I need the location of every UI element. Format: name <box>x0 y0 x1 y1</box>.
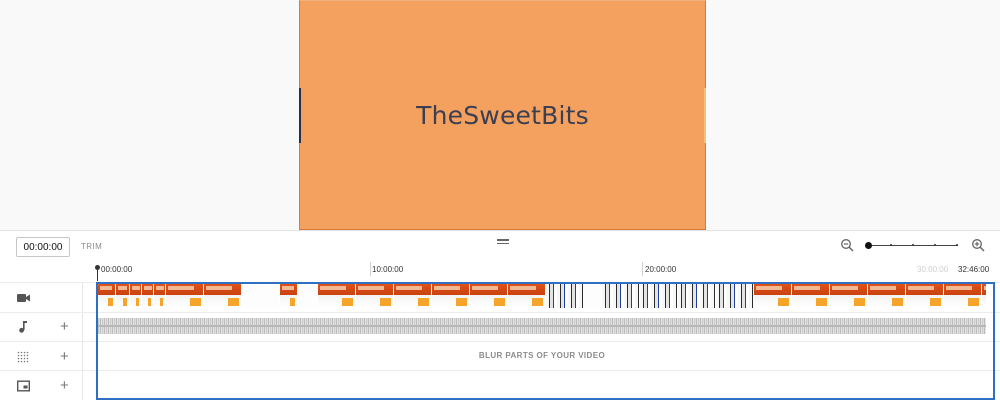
zoom-slider-knob[interactable] <box>865 242 872 249</box>
video-camera-icon <box>17 294 30 302</box>
add-blur-button[interactable]: + <box>60 349 69 364</box>
video-thumbnail <box>394 284 432 308</box>
video-thumbnail <box>944 284 982 308</box>
video-editor: TheSweetBits 00:00:00 TRIM 00:00:00 10:0… <box>0 0 1000 400</box>
timeline-editor: 00:00:00 TRIM 00:00:00 10:00:00 20:00:00… <box>0 230 1000 400</box>
video-thumbnail <box>242 284 280 308</box>
ruler-label: 30:00:00 <box>917 265 949 274</box>
video-thumbnail <box>204 284 242 308</box>
zoom-in-icon[interactable] <box>971 238 985 252</box>
video-thumbnail-strip[interactable] <box>98 284 986 308</box>
playhead-line <box>97 267 98 281</box>
video-preview: TheSweetBits <box>0 0 1000 230</box>
zoom-slider-tick <box>956 244 958 246</box>
ruler-label: 10:00:00 <box>372 265 404 274</box>
ruler-tick <box>642 262 643 276</box>
video-frame-title: TheSweetBits <box>416 100 589 130</box>
video-thumbnail <box>830 284 868 308</box>
ruler-label: 00:00:00 <box>101 265 133 274</box>
zoom-slider-tick <box>912 244 914 246</box>
ruler-tick <box>370 262 371 276</box>
zoom-out-icon[interactable] <box>840 238 854 252</box>
video-thumbnail <box>318 284 356 308</box>
frame-edge-right <box>704 88 706 143</box>
video-thumbnail <box>166 284 204 308</box>
zoom-slider-tick <box>890 244 892 246</box>
video-thumbnail <box>432 284 470 308</box>
video-thumbnail <box>356 284 394 308</box>
video-thumbnail <box>792 284 830 308</box>
end-screen-icon <box>17 380 30 392</box>
blur-track-prompt[interactable]: BLUR PARTS OF YOUR VIDEO <box>98 351 986 360</box>
frame-edge-left <box>299 88 301 143</box>
video-thumbnail <box>130 284 142 308</box>
trim-button[interactable]: TRIM <box>81 242 102 251</box>
video-thumbnail <box>98 284 116 308</box>
audio-waveform[interactable] <box>98 318 986 334</box>
music-note-icon <box>19 321 27 333</box>
video-frame[interactable]: TheSweetBits <box>299 0 706 230</box>
video-thumbnail <box>982 284 986 308</box>
video-thumbnail <box>154 284 166 308</box>
video-thumbnail <box>584 284 602 308</box>
video-thumbnail <box>678 284 716 308</box>
video-thumbnail <box>116 284 130 308</box>
video-thumbnail <box>640 284 678 308</box>
video-thumbnail <box>754 284 792 308</box>
video-thumbnail <box>602 284 640 308</box>
drag-handle-icon[interactable] <box>497 239 509 246</box>
video-thumbnail <box>280 284 298 308</box>
zoom-slider-tick <box>934 244 936 246</box>
add-audio-button[interactable]: + <box>60 319 69 334</box>
ruler-label-end: 32:46:00 <box>958 265 990 274</box>
blur-grid-icon <box>17 351 29 363</box>
video-thumbnail <box>470 284 508 308</box>
add-end-screen-button[interactable]: + <box>60 378 69 393</box>
video-thumbnail <box>508 284 546 308</box>
video-thumbnail <box>906 284 944 308</box>
video-thumbnail <box>546 284 584 308</box>
end-screen-track: + <box>0 370 1000 400</box>
video-thumbnail <box>868 284 906 308</box>
video-thumbnail <box>716 284 754 308</box>
ruler-label: 20:00:00 <box>645 265 677 274</box>
video-thumbnail <box>142 284 154 308</box>
timecode-field[interactable]: 00:00:00 <box>16 237 70 257</box>
video-thumbnail <box>298 284 318 308</box>
